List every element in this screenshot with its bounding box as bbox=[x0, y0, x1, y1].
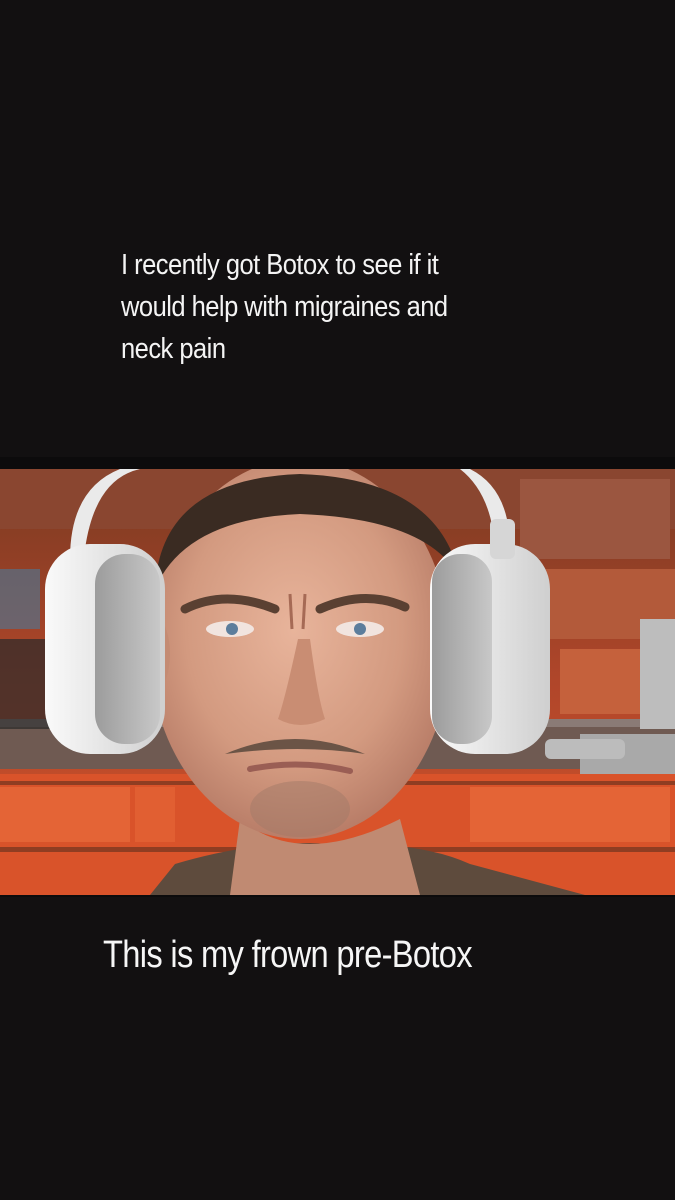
top-caption-line-1: I recently got Botox to see if it bbox=[121, 249, 439, 281]
bottom-caption: This is my frown pre-Botox bbox=[103, 934, 473, 976]
photo-illustration bbox=[0, 469, 675, 895]
frowning-man-photo bbox=[0, 469, 675, 895]
top-caption-line-3: neck pain bbox=[121, 333, 226, 365]
photo-strip bbox=[0, 457, 675, 897]
top-caption-line-2: would help with migraines and bbox=[121, 291, 448, 323]
top-caption: I recently got Botox to see if it would … bbox=[121, 244, 508, 370]
story-canvas: I recently got Botox to see if it would … bbox=[0, 0, 675, 1200]
